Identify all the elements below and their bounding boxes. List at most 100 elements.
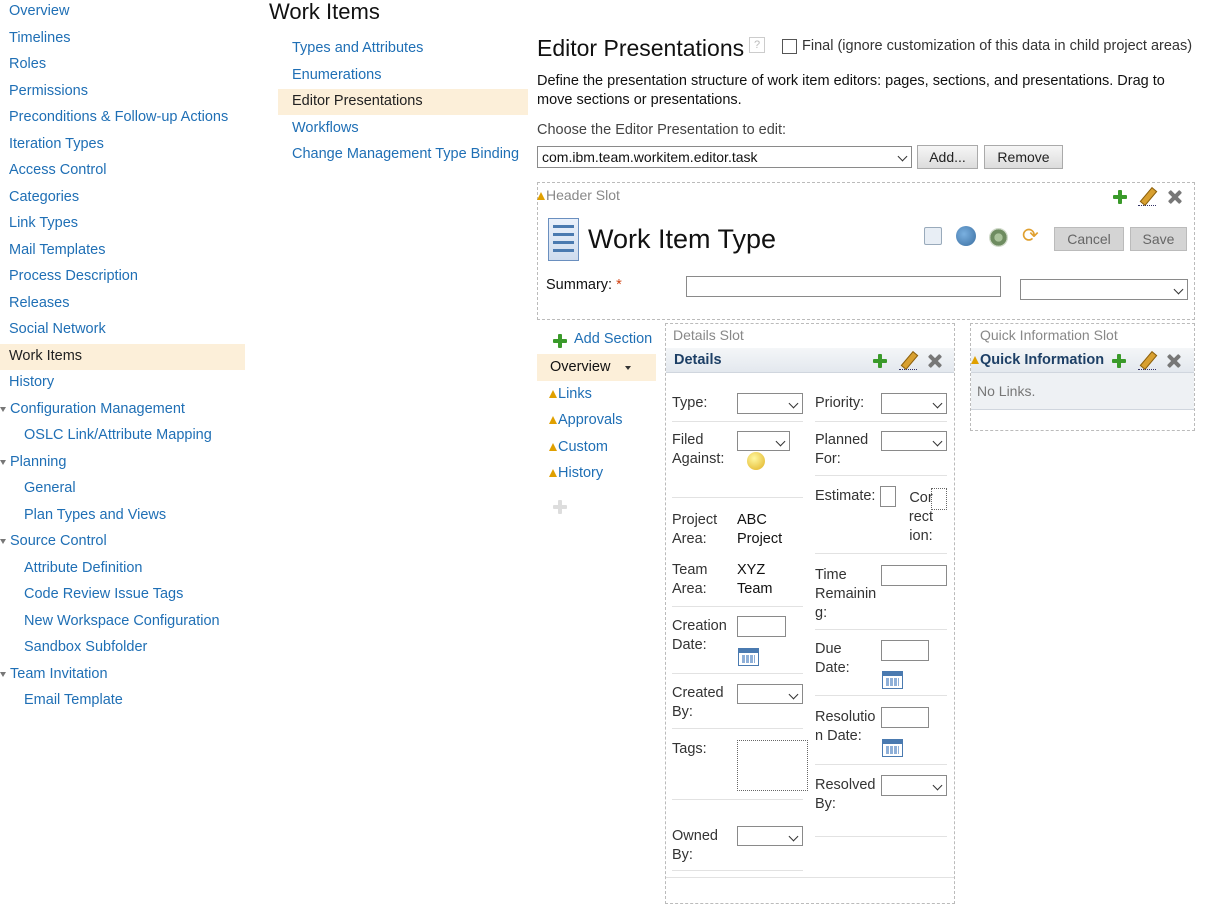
remove-presentation-button[interactable]: Remove	[984, 145, 1063, 169]
nav-item-access-control[interactable]: Access Control	[0, 158, 245, 184]
nav-item-planning[interactable]: Planning	[0, 450, 245, 476]
warning-icon	[549, 416, 557, 424]
nav-item-new-workspace-configuration[interactable]: New Workspace Configuration	[0, 609, 245, 635]
add-icon[interactable]	[1112, 189, 1128, 205]
summary-type-select[interactable]	[1020, 279, 1188, 300]
type-select[interactable]	[737, 393, 803, 414]
subnav-item-editor-presentations[interactable]: Editor Presentations	[278, 89, 528, 115]
nav-item-source-control[interactable]: Source Control	[0, 529, 245, 555]
presentation-select[interactable]: com.ibm.team.workitem.editor.task	[537, 146, 912, 168]
estimate-input[interactable]	[880, 486, 896, 507]
help-icon[interactable]: ?	[749, 37, 765, 53]
nav-item-permissions[interactable]: Permissions	[0, 79, 245, 105]
final-checkbox[interactable]	[782, 39, 797, 54]
edit-icon[interactable]	[1138, 188, 1156, 206]
planned-for-select[interactable]	[881, 431, 947, 451]
find-icon[interactable]	[924, 227, 942, 245]
nav-item-team-invitation[interactable]: Team Invitation	[0, 662, 245, 688]
creation-date-input[interactable]	[737, 616, 786, 637]
delete-icon[interactable]	[1166, 353, 1182, 369]
add-icon[interactable]	[872, 353, 888, 369]
filed-against-select[interactable]	[737, 431, 790, 451]
nav-item-oslc-link-attribute-mapping[interactable]: OSLC Link/Attribute Mapping	[0, 423, 245, 449]
nav-item-work-items[interactable]: Work Items	[0, 343, 245, 370]
add-page-icon[interactable]	[552, 499, 568, 515]
calendar-icon[interactable]	[882, 739, 903, 757]
page-tab-approvals[interactable]: Approvals	[537, 407, 656, 434]
page-tab-overview[interactable]: Overview	[537, 354, 656, 381]
expand-triangle-icon[interactable]	[0, 459, 6, 465]
due-date-input[interactable]	[881, 640, 929, 661]
settings-icon[interactable]	[989, 228, 1008, 247]
warning-icon	[549, 469, 557, 477]
calendar-icon[interactable]	[738, 648, 759, 666]
category-icon[interactable]	[747, 452, 765, 470]
nav-item-general[interactable]: General	[0, 476, 245, 502]
nav-item-code-review-issue-tags[interactable]: Code Review Issue Tags	[0, 582, 245, 608]
nav-item-email-template[interactable]: Email Template	[0, 688, 245, 714]
chevron-down-icon	[788, 398, 799, 409]
nav-item-sandbox-subfolder[interactable]: Sandbox Subfolder	[0, 635, 245, 661]
nav-item-label: Team Invitation	[10, 665, 108, 682]
nav-item-preconditions-follow-up-actions[interactable]: Preconditions & Follow-up Actions	[0, 105, 245, 131]
nav-item-process-description[interactable]: Process Description	[0, 264, 245, 290]
nav-item-plan-types-and-views[interactable]: Plan Types and Views	[0, 503, 245, 529]
subnav-item-change-management-type-binding[interactable]: Change Management Type Binding	[278, 142, 528, 168]
expand-triangle-icon[interactable]	[0, 539, 6, 544]
save-button[interactable]: Save	[1130, 227, 1187, 251]
nav-item-history[interactable]: History	[0, 370, 245, 396]
nav-item-mail-templates[interactable]: Mail Templates	[0, 238, 245, 264]
subnav-item-types-and-attributes[interactable]: Types and Attributes	[278, 36, 528, 62]
type-label: Type:	[672, 395, 708, 411]
resolution-date-input[interactable]	[881, 707, 929, 728]
owned-by-select[interactable]	[737, 826, 803, 846]
edit-icon[interactable]	[1138, 352, 1156, 370]
delete-icon[interactable]	[1167, 189, 1183, 205]
page-tab-links[interactable]: Links	[537, 381, 656, 408]
tags-input[interactable]	[737, 740, 808, 791]
created-by-select[interactable]	[737, 684, 803, 704]
delete-icon[interactable]	[927, 353, 943, 369]
add-section-icon[interactable]	[552, 333, 568, 349]
expand-triangle-icon[interactable]	[0, 671, 6, 677]
nav-item-label: Mail Templates	[9, 241, 106, 258]
choose-presentation-label: Choose the Editor Presentation to edit:	[537, 122, 787, 138]
refresh-icon[interactable]: ⟳	[1022, 226, 1039, 246]
team-area-value: XYZ Team	[737, 562, 773, 597]
filed-against-label: Filed Against:	[672, 432, 725, 467]
add-section-link[interactable]: Add Section	[574, 331, 652, 347]
nav-item-categories[interactable]: Categories	[0, 185, 245, 211]
page-tab-history[interactable]: History	[537, 460, 656, 487]
add-icon[interactable]	[1111, 353, 1127, 369]
nav-item-overview[interactable]: Overview	[0, 0, 245, 25]
nav-item-link-types[interactable]: Link Types	[0, 211, 245, 237]
resolved-by-select[interactable]	[881, 775, 947, 796]
subnav-item-enumerations[interactable]: Enumerations	[278, 63, 528, 89]
team-area-label: Team Area:	[672, 562, 708, 597]
nav-item-iteration-types[interactable]: Iteration Types	[0, 132, 245, 158]
cancel-button[interactable]: Cancel	[1054, 227, 1124, 251]
quick-info-title: Quick Information	[971, 352, 1104, 368]
header-slot-label: Header Slot	[537, 187, 620, 203]
priority-select[interactable]	[881, 393, 947, 414]
nav-item-attribute-definition[interactable]: Attribute Definition	[0, 556, 245, 582]
nav-item-roles[interactable]: Roles	[0, 52, 245, 78]
nav-item-configuration-management[interactable]: Configuration Management	[0, 397, 245, 423]
expand-triangle-icon[interactable]	[0, 406, 6, 412]
subnav-item-workflows[interactable]: Workflows	[278, 116, 528, 142]
page-tab-custom[interactable]: Custom	[537, 434, 656, 461]
nav-item-label: OSLC Link/Attribute Mapping	[24, 427, 212, 443]
dropdown-arrow-icon[interactable]	[625, 366, 631, 370]
edit-icon[interactable]	[899, 352, 917, 370]
chevron-down-icon	[1173, 284, 1184, 295]
nav-item-releases[interactable]: Releases	[0, 291, 245, 317]
add-presentation-button[interactable]: Add...	[917, 145, 978, 169]
calendar-icon[interactable]	[882, 671, 903, 689]
subscribers-icon[interactable]	[956, 226, 976, 246]
time-remaining-input[interactable]	[881, 565, 947, 586]
correction-input[interactable]	[931, 488, 947, 510]
summary-input[interactable]	[686, 276, 1001, 297]
nav-item-timelines[interactable]: Timelines	[0, 26, 245, 52]
nav-item-social-network[interactable]: Social Network	[0, 317, 245, 343]
work-item-type-title: Work Item Type	[588, 224, 777, 254]
